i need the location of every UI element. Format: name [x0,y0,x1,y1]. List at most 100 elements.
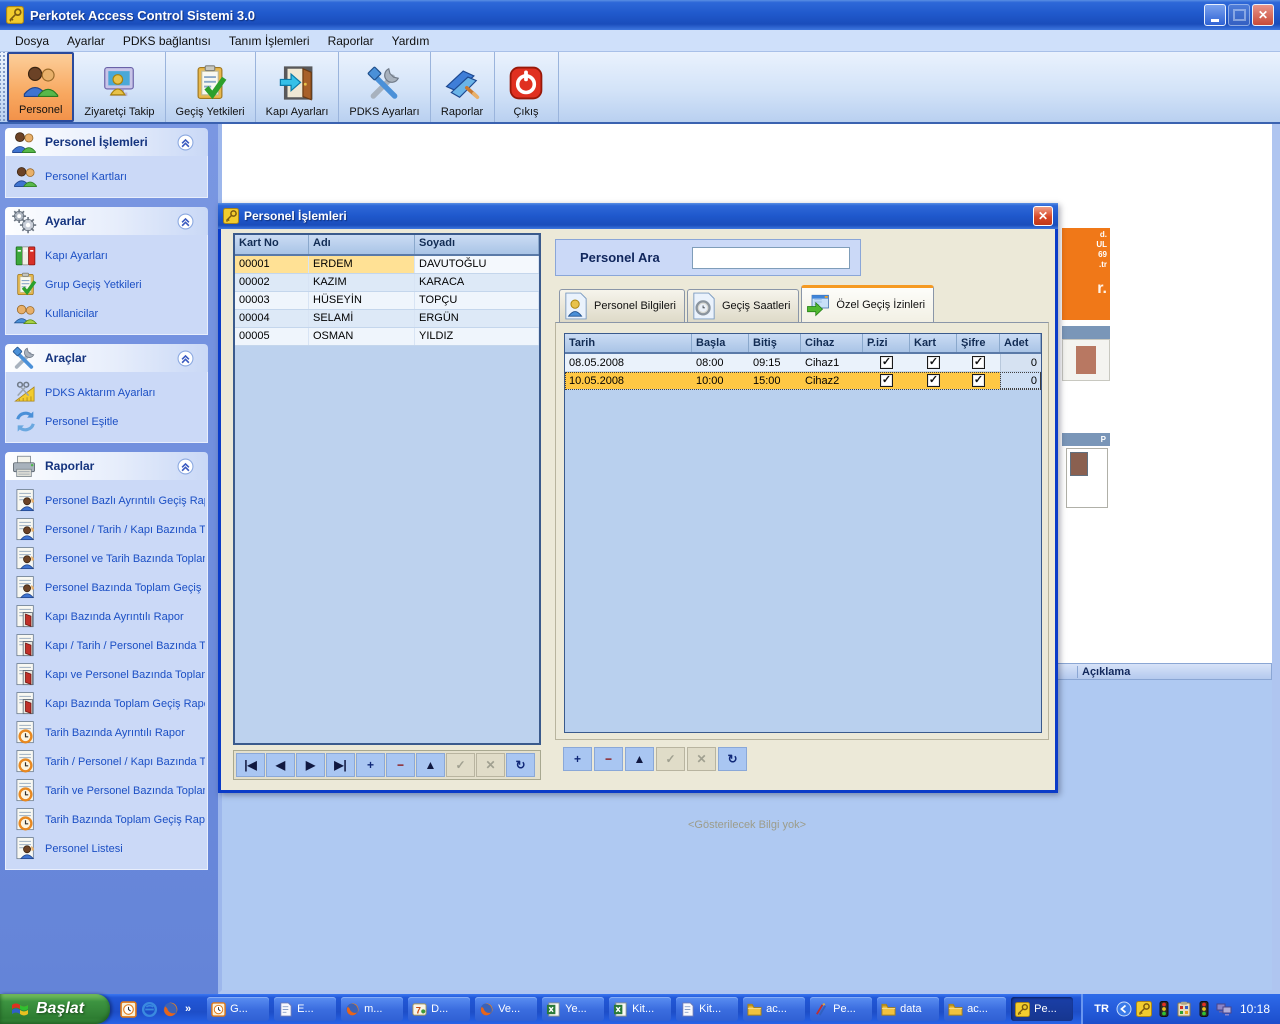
sidebar-item-kullanicilar[interactable]: Kullanicilar [10,299,205,328]
tray-traffic-light-icon[interactable] [1156,1001,1172,1017]
delete-record-button[interactable]: − [386,753,415,777]
menu-tan-m-i-lemleri[interactable]: Tanım İşlemleri [220,31,319,51]
next-record-button[interactable]: ▶ [296,753,325,777]
chevron-up-icon[interactable] [177,350,194,367]
sidebar-header-ayarlar[interactable]: Ayarlar [5,207,208,235]
sidebar-item-personel-kartlar[interactable]: Personel Kartları [10,162,205,191]
prev-record-button[interactable]: ◀ [266,753,295,777]
sidebar-item-personel-listesi[interactable]: Personel Listesi [10,834,205,863]
taskbar-button-3-m[interactable]: m... [341,997,403,1021]
menu-pdks-ba-lant-s[interactable]: PDKS bağlantısı [114,31,220,51]
permission-row[interactable]: 10.05.200810:0015:00Cihaz2✓✓✓0 [565,372,1041,390]
grid-delete-button[interactable]: − [594,747,623,771]
last-record-button[interactable]: ▶| [326,753,355,777]
taskbar-button-2-e[interactable]: E... [274,997,336,1021]
sidebar-item-tarih-personel-kap-baz-nda-to[interactable]: Tarih / Personel / Kapı Bazında To... [10,747,205,776]
sidebar-item-kap-tarih-personel-baz-nda-to[interactable]: Kapı / Tarih / Personel Bazında To... [10,631,205,660]
toolbar-grip[interactable] [0,52,7,122]
toolbar-ziyaret-i-takip-button[interactable]: Ziyaretçi Takip [74,52,165,122]
taskbar-button-1-g[interactable]: G... [207,997,269,1021]
sidebar-item-kap-ayarlar[interactable]: Kapı Ayarları [10,241,205,270]
tray-traffic-light-icon[interactable] [1196,1001,1212,1017]
kart-checkbox[interactable]: ✓ [927,356,940,369]
close-button[interactable]: ✕ [1252,4,1274,26]
grid-column-p-izi[interactable]: P.izi [863,334,910,352]
personnel-table[interactable]: Kart NoAdıSoyadı 00001ERDEMDAVUTOĞLU00002… [233,233,541,745]
tab-personel-bilgileri[interactable]: Personel Bilgileri [559,289,685,322]
toolbar-pdks-ayarlar-button[interactable]: PDKS Ayarları [339,52,430,122]
sidebar-item-kap-baz-nda-toplam-ge-i-raporu[interactable]: Kapı Bazında Toplam Geçiş Raporu [10,689,205,718]
sidebar-header-raporlar[interactable]: Raporlar [5,452,208,480]
chevron-up-icon[interactable] [177,134,194,151]
quicklaunch-overflow-chevron[interactable]: » [185,1003,191,1015]
add-record-button[interactable]: + [356,753,385,777]
column-header-soyad[interactable]: Soyadı [415,235,539,254]
permission-row[interactable]: 08.05.200808:0009:15Cihaz1✓✓✓0 [565,354,1041,372]
taskbar-button-13-pe[interactable]: Pe... [1011,997,1073,1021]
taskbar-button-8-kit[interactable]: Kit... [676,997,738,1021]
sidebar-item-pdks-aktar-m-ayarlar[interactable]: PDKS Aktarım Ayarları [10,378,205,407]
grid-column-cihaz[interactable]: Cihaz [801,334,863,352]
sidebar-header-personel-i-lemleri[interactable]: Personel İşlemleri [5,128,208,156]
dialog-close-button[interactable]: ✕ [1033,206,1053,226]
taskbar-button-9-ac[interactable]: ac... [743,997,805,1021]
tray-clipboard-tray-icon[interactable] [1176,1001,1192,1017]
grid-refresh-button[interactable]: ↻ [718,747,747,771]
sidebar-item-personel-e-itle[interactable]: Personel Eşitle [10,407,205,436]
language-indicator[interactable]: TR [1091,1002,1112,1016]
sidebar-item-tarih-ve-personel-baz-nda-topl[interactable]: Tarih ve Personel Bazında Toplam... [10,776,205,805]
quicklaunch-ie-icon[interactable] [141,1001,158,1018]
personnel-row[interactable]: 00001ERDEMDAVUTOĞLU [235,256,539,274]
first-record-button[interactable]: |◀ [236,753,265,777]
sidebar-item-personel-tarih-kap-baz-nda-to[interactable]: Personel / Tarih / Kapı Bazında To... [10,515,205,544]
menu-ayarlar[interactable]: Ayarlar [58,31,114,51]
personnel-row[interactable]: 00002KAZIMKARACA [235,274,539,292]
taskbar-button-12-ac[interactable]: ac... [944,997,1006,1021]
refresh-record-button[interactable]: ↻ [506,753,535,777]
pizi-checkbox[interactable]: ✓ [880,374,893,387]
permissions-grid[interactable]: TarihBaşlaBitişCihazP.iziKartŞifreAdet08… [564,333,1042,733]
personnel-row[interactable]: 00003HÜSEYİNTOPÇU [235,292,539,310]
sidebar-item-tarih-baz-nda-ayr-nt-l-rapor[interactable]: Tarih Bazında Ayrıntılı Rapor [10,718,205,747]
tab-ge-i-saatleri[interactable]: Geçiş Saatleri [687,289,799,322]
taskbar-button-7-kit[interactable]: Kit... [609,997,671,1021]
grid-column-ba-la[interactable]: Başla [692,334,749,352]
personnel-row[interactable]: 00004SELAMİERGÜN [235,310,539,328]
sidebar-item-personel-ve-tarih-baz-nda-topl[interactable]: Personel ve Tarih Bazında Toplam... [10,544,205,573]
chevron-up-icon[interactable] [177,458,194,475]
toolbar-ge-i-yetkileri-button[interactable]: Geçiş Yetkileri [166,52,256,122]
grid-edit-button[interactable]: ▲ [625,747,654,771]
sifre-checkbox[interactable]: ✓ [972,356,985,369]
kart-checkbox[interactable]: ✓ [927,374,940,387]
column-header-kart-no[interactable]: Kart No [235,235,309,254]
sifre-checkbox[interactable]: ✓ [972,374,985,387]
taskbar-button-6-ye[interactable]: Ye... [542,997,604,1021]
taskbar-button-5-ve[interactable]: Ve... [475,997,537,1021]
sidebar-item-kap-baz-nda-ayr-nt-l-rapor[interactable]: Kapı Bazında Ayrıntılı Rapor [10,602,205,631]
sidebar-item-kap-ve-personel-baz-nda-toplam[interactable]: Kapı ve Personel Bazında Toplam ... [10,660,205,689]
taskbar-button-4-d[interactable]: 7D... [408,997,470,1021]
toolbar-k-button[interactable]: Çıkış [495,52,559,122]
grid-column-biti[interactable]: Bitiş [749,334,801,352]
grid-column-kart[interactable]: Kart [910,334,957,352]
sidebar-item-personel-bazl-ayr-nt-l-ge-i-ra[interactable]: Personel Bazlı Ayrıntılı Geçiş Raporu [10,486,205,515]
search-input[interactable] [692,247,850,269]
quicklaunch-firefox-icon[interactable] [162,1001,179,1018]
edit-record-button[interactable]: ▲ [416,753,445,777]
sidebar-item-personel-baz-nda-toplam-ge-i-r[interactable]: Personel Bazında Toplam Geçiş R... [10,573,205,602]
sidebar-header-ara-lar[interactable]: Araçlar [5,344,208,372]
toolbar-personel-button[interactable]: Personel [7,52,74,122]
column-header-ad[interactable]: Adı [309,235,415,254]
grid-add-button[interactable]: + [563,747,592,771]
menu-yard-m[interactable]: Yardım [383,31,439,51]
minimize-button[interactable] [1204,4,1226,26]
taskbar-button-11-data[interactable]: data [877,997,939,1021]
toolbar-kap-ayarlar-button[interactable]: Kapı Ayarları [256,52,340,122]
menu-dosya[interactable]: Dosya [6,31,58,51]
pizi-checkbox[interactable]: ✓ [880,356,893,369]
tray-network-icon[interactable] [1216,1001,1232,1017]
tab-zel-ge-i-i-zinleri[interactable]: Özel Geçiş İzinleri [801,285,934,322]
chevron-up-icon[interactable] [177,213,194,230]
sidebar-item-grup-ge-i-yetkileri[interactable]: Grup Geçiş Yetkileri [10,270,205,299]
start-button[interactable]: Başlat [0,994,110,1024]
